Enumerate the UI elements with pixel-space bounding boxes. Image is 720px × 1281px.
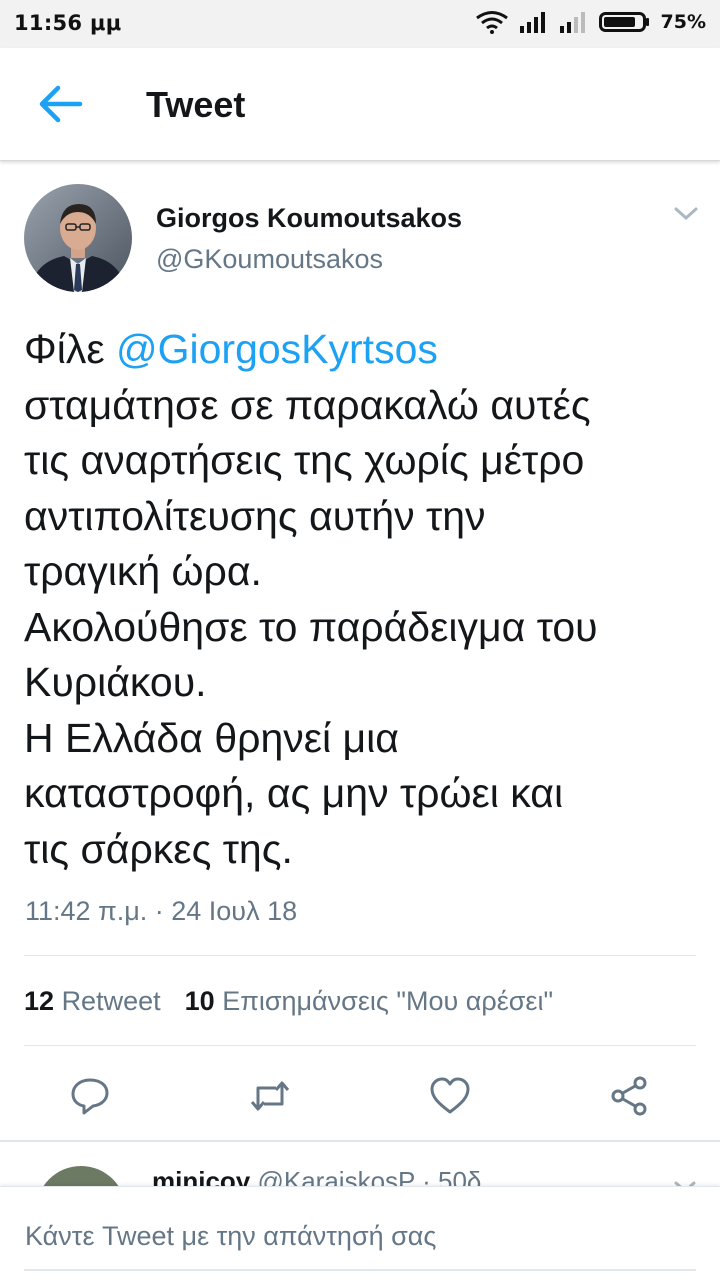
- tweet-text-line: Κυριάκου.: [24, 659, 207, 705]
- reply-preview[interactable]: minicoy @KaraiskosP · 50δ: [0, 1142, 720, 1188]
- tweet-text-prefix: Φίλε: [24, 326, 116, 372]
- tweet-text-line: τις σάρκες της.: [24, 825, 293, 872]
- reply-author-name: minicoy: [152, 1166, 251, 1188]
- tweet-options-button[interactable]: [672, 204, 700, 224]
- reply-input-placeholder[interactable]: Κάντε Tweet με την απάντησή σας: [25, 1221, 436, 1252]
- reply-composer[interactable]: Κάντε Tweet με την απάντησή σας: [0, 1186, 720, 1281]
- tweet-text-line: Η Ελλάδα θρηνεί μια: [24, 714, 399, 761]
- retweets-label: Retweet: [61, 986, 161, 1016]
- retweet-button[interactable]: [248, 1074, 292, 1118]
- page-title: Tweet: [146, 84, 246, 125]
- battery-icon: [598, 12, 649, 32]
- tweet-text-line: Ακολούθησε το παράδειγμα του: [24, 603, 598, 650]
- tweet-text-line: Φίλε @GiorgosKyrtsos: [24, 322, 704, 378]
- battery-percent: 75%: [660, 11, 706, 33]
- divider: [24, 1045, 696, 1046]
- reply-author-handle: @KaraiskosP · 50δ: [257, 1166, 482, 1188]
- tweet-text-line: τραγική ώρα.: [24, 548, 262, 594]
- status-icons: 75%: [475, 10, 706, 34]
- tweet-text-line: τις αναρτήσεις της χωρίς μέτρο: [24, 437, 585, 483]
- tweet-text-line: αντιπολίτευσης αυτήν την: [24, 492, 486, 539]
- app-header: Tweet: [0, 48, 720, 161]
- divider: [24, 955, 696, 956]
- like-icon: [430, 1077, 470, 1114]
- like-button[interactable]: [428, 1074, 472, 1118]
- author-handle[interactable]: @GKoumoutsakos: [156, 244, 383, 275]
- retweet-icon: [250, 1081, 290, 1111]
- reply-avatar[interactable]: [36, 1166, 126, 1188]
- share-button[interactable]: [608, 1074, 652, 1118]
- likes-label: Επισημάνσεις "Μου αρέσει": [222, 986, 554, 1016]
- tweet-timestamp: 11:42 π.μ. · 24 Ιουλ 18: [25, 896, 298, 926]
- status-time: 11:56 μμ: [14, 11, 122, 35]
- mention-link[interactable]: @GiorgosKyrtsos: [116, 326, 438, 372]
- reply-icon: [71, 1078, 109, 1115]
- composer-underline: [24, 1269, 696, 1271]
- signal-weak-icon: [559, 12, 585, 33]
- retweets-count: 12: [24, 986, 55, 1016]
- author-name[interactable]: Giorgos Koumoutsakos: [156, 203, 462, 234]
- avatar-image: [24, 184, 132, 292]
- back-button[interactable]: [36, 82, 84, 126]
- tweet-stats: 12 Retweet 10 Επισημάνσεις "Μου αρέσει": [24, 986, 577, 1017]
- reply-button[interactable]: [68, 1074, 112, 1118]
- back-arrow-icon: [39, 85, 83, 123]
- tweet-text: Φίλε @GiorgosKyrtsos σταμάτησε σε παρακα…: [24, 322, 704, 877]
- retweets-stat[interactable]: 12 Retweet: [24, 986, 161, 1016]
- likes-stat[interactable]: 10 Επισημάνσεις "Μου αρέσει": [185, 986, 553, 1016]
- likes-count: 10: [184, 986, 215, 1016]
- chevron-down-icon: [674, 207, 698, 221]
- tweet-text-line: σταμάτησε σε παρακαλώ αυτές: [24, 381, 591, 428]
- reply-author[interactable]: minicoy @KaraiskosP · 50δ: [152, 1166, 481, 1188]
- tweet-text-line: καταστροφή, ας μην τρώει και: [24, 770, 564, 816]
- status-bar: 11:56 μμ 75%: [0, 0, 720, 48]
- wifi-icon: [475, 11, 508, 34]
- author-avatar[interactable]: [24, 184, 132, 292]
- share-icon: [611, 1076, 647, 1116]
- signal-icon: [519, 12, 545, 33]
